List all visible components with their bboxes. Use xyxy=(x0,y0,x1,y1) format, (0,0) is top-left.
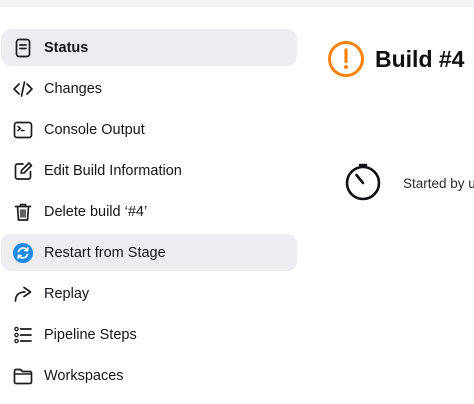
list-icon xyxy=(12,324,34,346)
sidebar-item-delete-build[interactable]: Delete build ‘#4’ xyxy=(1,193,297,230)
code-icon xyxy=(12,78,34,100)
sidebar-item-restart-from-stage[interactable]: Restart from Stage xyxy=(1,234,297,271)
replay-icon xyxy=(12,283,34,305)
sidebar-item-pipeline-steps[interactable]: Pipeline Steps xyxy=(1,316,297,353)
sidebar-item-label: Restart from Stage xyxy=(44,244,166,261)
warning-icon xyxy=(328,41,364,77)
document-icon xyxy=(12,37,34,59)
sidebar-item-label: Edit Build Information xyxy=(44,162,182,179)
edit-icon xyxy=(12,160,34,182)
build-header: Build #4 xyxy=(327,40,464,78)
sidebar-item-changes[interactable]: Changes xyxy=(1,70,297,107)
sidebar-item-label: Workspaces xyxy=(44,367,124,384)
folder-icon xyxy=(12,365,34,387)
sidebar: Status Changes Console Output Edit Build… xyxy=(1,29,297,398)
sidebar-item-label: Console Output xyxy=(44,121,145,138)
sidebar-item-replay[interactable]: Replay xyxy=(1,275,297,312)
sidebar-item-label: Pipeline Steps xyxy=(44,326,137,343)
timer-icon xyxy=(345,163,381,201)
sidebar-item-label: Delete build ‘#4’ xyxy=(44,203,148,220)
started-by-text: Started by u xyxy=(403,176,474,191)
sidebar-item-status[interactable]: Status xyxy=(1,29,297,66)
terminal-icon xyxy=(12,119,34,141)
top-strip xyxy=(0,0,474,7)
sidebar-item-console-output[interactable]: Console Output xyxy=(1,111,297,148)
sidebar-item-label: Replay xyxy=(44,285,90,302)
restart-icon xyxy=(12,242,34,264)
sidebar-item-edit-build-information[interactable]: Edit Build Information xyxy=(1,152,297,189)
sidebar-item-label: Status xyxy=(44,39,89,56)
page-title: Build #4 xyxy=(375,45,465,72)
sidebar-item-workspaces[interactable]: Workspaces xyxy=(1,357,297,394)
trash-icon xyxy=(12,201,34,223)
sidebar-item-label: Changes xyxy=(44,80,103,97)
